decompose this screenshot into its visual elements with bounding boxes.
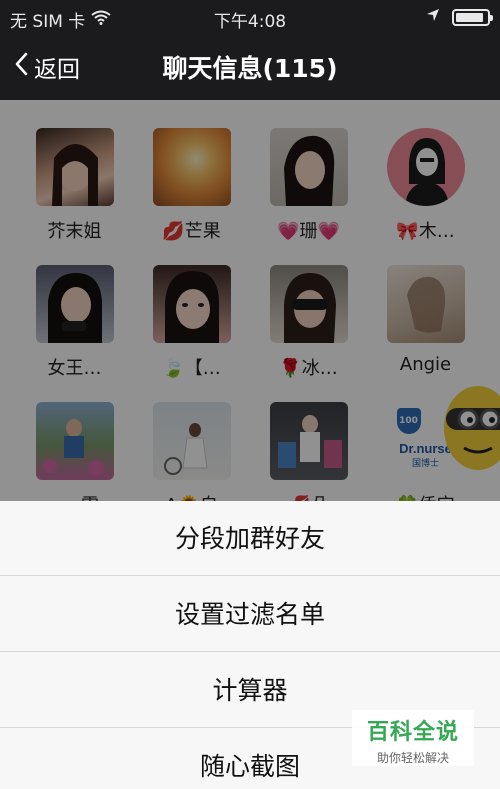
status-bar: 无 SIM 卡 下午4:08 [0, 0, 500, 34]
status-right [426, 7, 493, 27]
nav-bar: 返回 聊天信息(115) [0, 34, 500, 100]
status-time: 下午4:08 [213, 12, 287, 32]
action-set-filter-list[interactable]: 设置过滤名单 [0, 577, 500, 652]
action-split-add-friends[interactable]: 分段加群好友 [0, 501, 500, 576]
watermark-title: 百科全说 [366, 720, 459, 745]
battery-level [456, 12, 483, 22]
dim-overlay[interactable] [0, 100, 500, 501]
watermark: 百科全说 助你轻松解决 [352, 710, 474, 766]
battery-icon [452, 8, 493, 26]
page-title: 聊天信息(115) [162, 54, 338, 83]
location-arrow-icon [426, 7, 440, 27]
watermark-subtitle: 助你轻松解决 [376, 751, 449, 765]
